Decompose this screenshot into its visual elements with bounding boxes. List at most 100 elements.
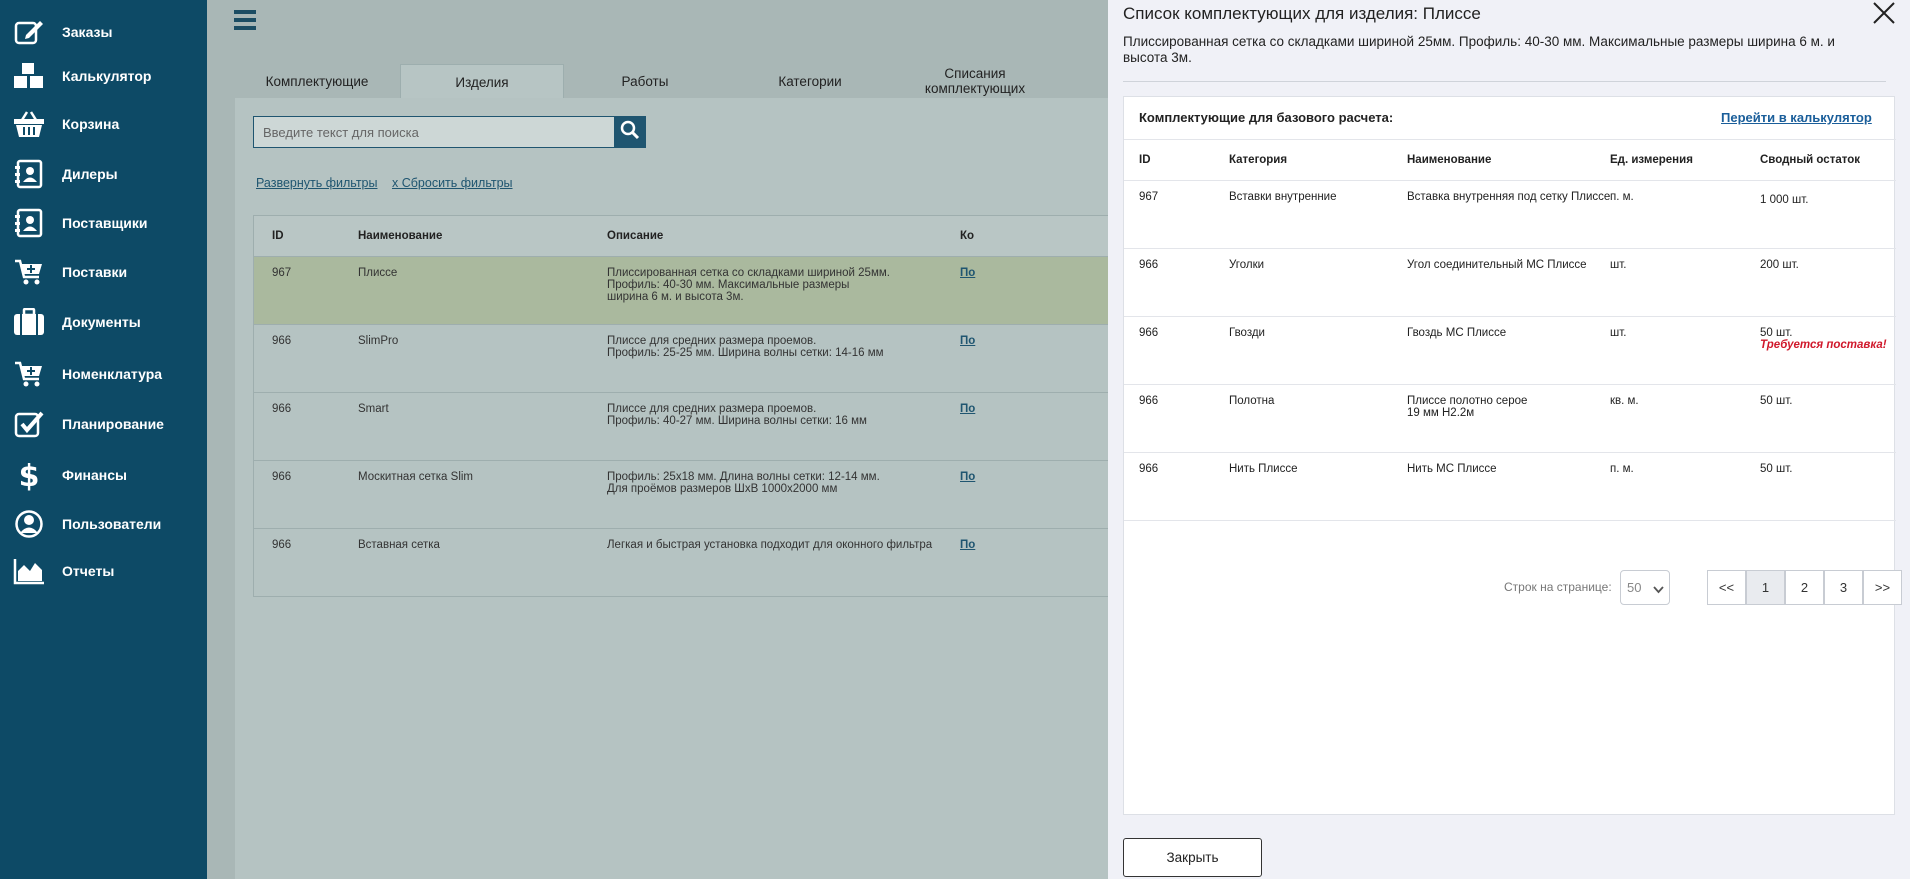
row-category: Нить Плиссе — [1229, 463, 1298, 475]
page-last-button[interactable]: >> — [1863, 570, 1902, 605]
row-unit: п. м. — [1610, 463, 1634, 475]
table-row[interactable]: 966 Нить Плиссе Нить МС Плиссе п. м. 50 … — [1124, 453, 1896, 521]
row-description: Плиссе для средних размера проемов. Профи… — [607, 403, 867, 427]
row-id: 966 — [272, 471, 292, 483]
reset-filters-link[interactable]: x Сбросить фильтры — [392, 176, 513, 190]
sidebar-item-finance[interactable]: $ Финансы — [0, 455, 207, 495]
cart-plus-icon — [13, 358, 45, 390]
row-name: Вставка внутренняя под сетку Плиссе — [1407, 191, 1611, 203]
user-circle-icon — [13, 508, 45, 540]
sidebar-item-deliveries[interactable]: Поставки — [0, 252, 207, 292]
row-id: 967 — [1139, 191, 1159, 203]
sidebar-item-suppliers[interactable]: Поставщики — [0, 203, 207, 243]
page-2-button[interactable]: 2 — [1785, 570, 1824, 605]
sidebar-item-orders[interactable]: Заказы — [0, 12, 207, 52]
search-button[interactable] — [614, 116, 646, 148]
table-row[interactable]: 966 SlimPro Плиссе для средних размера п… — [253, 325, 1108, 393]
page-first-button[interactable]: << — [1707, 570, 1746, 605]
sidebar-item-dealers[interactable]: Дилеры — [0, 154, 207, 194]
rows-per-page-label: Строк на странице: — [1504, 580, 1612, 594]
sidebar-item-label: Документы — [62, 314, 141, 330]
row-unit: п. м. — [1610, 191, 1634, 203]
row-id: 967 — [272, 267, 292, 279]
table-row[interactable]: 967 Плиссе Плиссированная сетка со склад… — [253, 257, 1108, 325]
row-description: Плиссе для средних размера проемов. Профи… — [607, 335, 884, 359]
row-id: 966 — [272, 539, 292, 551]
go-to-calculator-link[interactable]: Перейти в калькулятор — [1721, 110, 1872, 125]
row-link[interactable]: По — [960, 267, 975, 279]
sidebar-item-calculator[interactable]: Калькулятор — [0, 56, 207, 96]
search-input[interactable]: Введите текст для поиска — [253, 116, 617, 148]
row-name: Нить МС Плиссе — [1407, 463, 1497, 475]
sidebar-item-label: Заказы — [62, 24, 113, 40]
row-link[interactable]: По — [960, 335, 975, 347]
rows-per-page-select[interactable]: 50 — [1620, 570, 1670, 605]
briefcase-icon — [13, 306, 45, 338]
row-stock: 50 шт. Требуется поставка! — [1760, 327, 1887, 351]
sidebar-item-documents[interactable]: Документы — [0, 302, 207, 342]
row-unit: шт. — [1610, 259, 1627, 271]
column-header: Наименование — [1407, 154, 1492, 166]
table-header: ID Категория Наименование Ед. измерения … — [1124, 139, 1896, 181]
column-header: Описание — [607, 230, 664, 242]
row-id: 966 — [1139, 259, 1159, 271]
sidebar-item-nomenclature[interactable]: Номенклатура — [0, 354, 207, 394]
column-header: Категория — [1229, 154, 1288, 166]
row-stock: 1 000 шт. — [1760, 194, 1809, 206]
close-button[interactable]: Закрыть — [1123, 838, 1262, 877]
sidebar-item-reports[interactable]: Отчеты — [0, 551, 207, 591]
column-header: ID — [272, 230, 284, 242]
tab-categories[interactable]: Категории — [728, 64, 892, 98]
row-link[interactable]: По — [960, 539, 975, 551]
table-row[interactable]: 966 Москитная сетка Slim Профиль: 25х18 … — [253, 461, 1108, 529]
sidebar-item-label: Планирование — [62, 416, 164, 432]
page-3-button[interactable]: 3 — [1824, 570, 1863, 605]
expand-filters-link[interactable]: Развернуть фильтры — [256, 176, 378, 190]
components-card: Комплектующие для базового расчета: Пере… — [1123, 96, 1902, 815]
sidebar-item-label: Корзина — [62, 116, 120, 132]
main-area: Комплектующие Изделия Работы Категории С… — [207, 0, 1108, 879]
row-stock: 200 шт. — [1760, 259, 1799, 271]
tab-works[interactable]: Работы — [563, 64, 727, 98]
products-panel: Введите текст для поиска Развернуть филь… — [235, 98, 1108, 879]
column-header: ID — [1139, 154, 1151, 166]
row-category: Гвозди — [1229, 327, 1265, 339]
row-stock: 50 шт. — [1760, 395, 1793, 407]
row-unit: кв. м. — [1610, 395, 1639, 407]
row-unit: шт. — [1610, 327, 1627, 339]
tab-components[interactable]: Комплектующие — [235, 64, 399, 98]
contact-card-icon — [13, 158, 45, 190]
row-id: 966 — [1139, 463, 1159, 475]
stock-warning: Требуется поставка! — [1760, 339, 1887, 351]
row-description: Легкая и быстрая установка подходит для … — [607, 539, 933, 551]
tab-products[interactable]: Изделия — [400, 64, 564, 99]
sidebar-item-planning[interactable]: Планирование — [0, 404, 207, 444]
close-icon[interactable] — [1871, 0, 1897, 26]
menu-icon[interactable] — [234, 10, 256, 32]
row-name: Плиссе — [358, 267, 398, 279]
page-1-button[interactable]: 1 — [1746, 570, 1785, 605]
drawer-description: Плиссированная сетка со складками ширино… — [1123, 34, 1835, 65]
column-header: Ко — [960, 230, 975, 242]
components-table: ID Категория Наименование Ед. измерения … — [1124, 139, 1896, 521]
tab-writeoffs[interactable]: Списания комплектующих — [893, 64, 1057, 98]
table-row[interactable]: 966 Полотна Плиссе полотно серое 19 мм H2… — [1124, 385, 1896, 453]
row-link[interactable]: По — [960, 471, 975, 483]
table-row[interactable]: 966 Гвозди Гвоздь МС Плиссе шт. 50 шт. Тр… — [1124, 317, 1896, 385]
sidebar: Заказы Калькулятор Корзина Дилеры Постав… — [0, 0, 207, 879]
components-drawer: Список комплектующих для изделия: Плиссе… — [1108, 0, 1910, 879]
row-name: Smart — [358, 403, 389, 415]
checkbox-icon — [13, 408, 45, 440]
row-link[interactable]: По — [960, 403, 975, 415]
table-row[interactable]: 967 Вставки внутренние Вставка внутрення… — [1124, 181, 1896, 249]
row-name: Угол соединительный МС Плиссе — [1407, 259, 1587, 271]
sidebar-item-users[interactable]: Пользователи — [0, 504, 207, 544]
area-chart-icon — [13, 555, 45, 587]
table-row[interactable]: 966 Уголки Угол соединительный МС Плиссе… — [1124, 249, 1896, 317]
row-stock: 50 шт. — [1760, 463, 1793, 475]
row-id: 966 — [1139, 327, 1159, 339]
table-row[interactable]: 966 Smart Плиссе для средних размера про… — [253, 393, 1108, 461]
sidebar-item-basket[interactable]: Корзина — [0, 104, 207, 144]
table-row[interactable]: 966 Вставная сетка Легкая и быстрая уста… — [253, 529, 1108, 597]
row-name: Гвоздь МС Плиссе — [1407, 327, 1507, 339]
